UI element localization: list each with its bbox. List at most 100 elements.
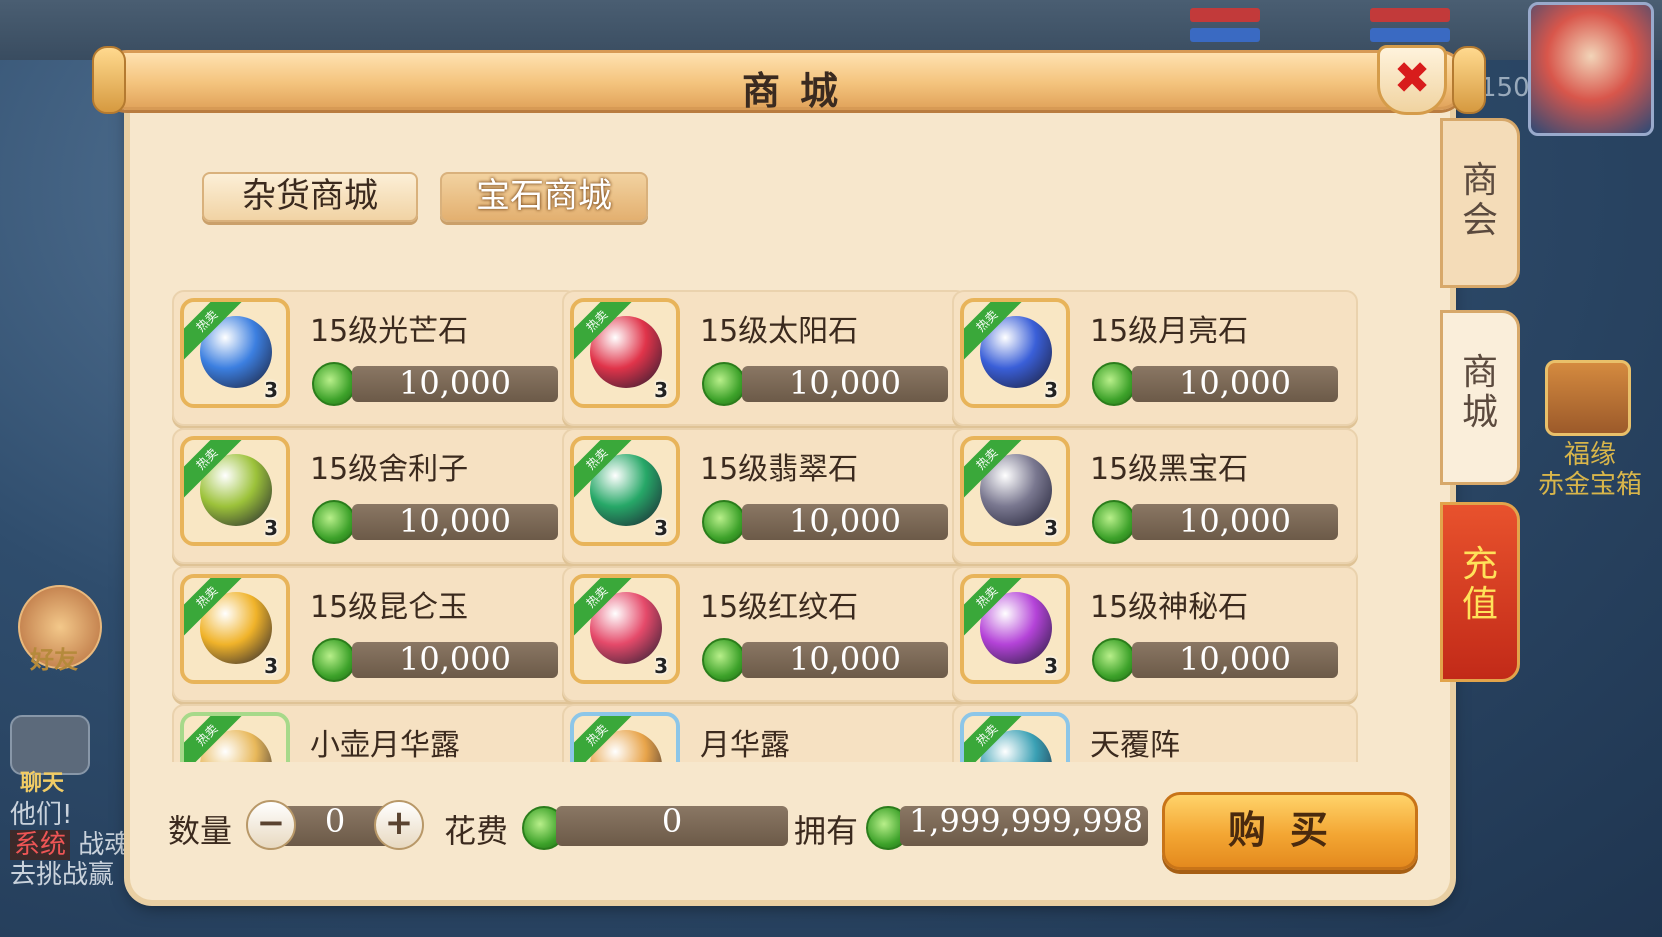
shop-item-card[interactable]: 热卖 3 15级舍利子 10,000 — [172, 428, 578, 564]
item-price: 10,000 — [1179, 364, 1291, 402]
side-tab-label: 充值 — [1461, 544, 1498, 625]
item-icon-frame: 热卖 3 — [960, 574, 1070, 684]
shop-item-card[interactable]: 热卖 3 15级昆仑玉 10,000 — [172, 566, 578, 702]
item-quantity: 3 — [654, 516, 668, 540]
minus-button[interactable]: − — [246, 800, 296, 850]
close-button[interactable]: ✖ — [1377, 45, 1447, 115]
pet-hp-bar — [1370, 8, 1450, 22]
title-scroll-end-left — [92, 46, 126, 114]
shop-item-card[interactable]: 热卖 3 15级光芒石 10,000 — [172, 290, 578, 426]
item-name: 15级光芒石 — [310, 314, 469, 349]
item-icon-frame: 热卖 — [960, 712, 1070, 762]
currency-coin-icon — [1092, 638, 1136, 682]
item-icon-frame: 热卖 3 — [960, 298, 1070, 408]
item-icon-frame: 热卖 3 — [180, 574, 290, 684]
tab-general-store[interactable]: 杂货商城 — [202, 172, 418, 222]
shop-item-card[interactable]: 热卖 小壶月华露 — [172, 704, 578, 762]
side-tab-guild[interactable]: 商会 — [1440, 118, 1520, 288]
item-name: 月华露 — [700, 728, 790, 762]
item-price: 10,000 — [399, 502, 511, 540]
chat-line: 战魂 — [78, 830, 131, 860]
currency-coin-icon — [702, 638, 746, 682]
item-name: 15级舍利子 — [310, 452, 469, 487]
item-quantity: 3 — [264, 654, 278, 678]
item-name: 15级黑宝石 — [1090, 452, 1249, 487]
shop-item-card[interactable]: 热卖 3 15级月亮石 10,000 — [952, 290, 1358, 426]
currency-coin-icon — [312, 638, 356, 682]
currency-coin-icon — [702, 500, 746, 544]
item-name: 15级昆仑玉 — [310, 590, 469, 625]
item-quantity: 3 — [1044, 516, 1058, 540]
item-name: 15级月亮石 — [1090, 314, 1249, 349]
player-avatar[interactable] — [1528, 2, 1654, 136]
item-quantity: 3 — [1044, 378, 1058, 402]
item-price: 10,000 — [789, 364, 901, 402]
cost-value: 0 — [661, 802, 683, 840]
item-quantity: 3 — [654, 654, 668, 678]
chat-line: 去挑战赢 — [10, 860, 115, 890]
item-price: 10,000 — [399, 364, 511, 402]
title-scroll-end-right — [1452, 46, 1486, 114]
item-name: 15级翡翠石 — [700, 452, 859, 487]
quantity-value[interactable]: 0 — [300, 802, 370, 840]
quantity-label: 数量 — [168, 812, 233, 850]
cost-label: 花费 — [444, 812, 509, 850]
item-quantity: 3 — [264, 378, 278, 402]
shop-item-card[interactable]: 热卖 3 15级太阳石 10,000 — [562, 290, 968, 426]
shop-item-card[interactable]: 热卖 天覆阵 — [952, 704, 1358, 762]
chat-line: 他们! — [10, 800, 73, 830]
item-icon-frame: 热卖 3 — [180, 298, 290, 408]
item-price: 10,000 — [1179, 640, 1291, 678]
side-tab-shop[interactable]: 商城 — [1440, 310, 1520, 485]
shop-item-card[interactable]: 热卖 3 15级红纹石 10,000 — [562, 566, 968, 702]
window-title: 商城 — [741, 69, 858, 113]
shop-item-card[interactable]: 热卖 3 15级翡翠石 10,000 — [562, 428, 968, 564]
item-quantity: 3 — [264, 516, 278, 540]
tab-gem-store[interactable]: 宝石商城 — [440, 172, 648, 222]
item-icon-frame: 热卖 3 — [570, 436, 680, 546]
item-icon-frame: 热卖 3 — [570, 298, 680, 408]
chest-label: 福缘 赤金宝箱 — [1535, 440, 1645, 500]
side-tab-label: 商城 — [1461, 352, 1498, 433]
shop-item-card[interactable]: 热卖 月华露 — [562, 704, 968, 762]
item-name: 15级神秘石 — [1090, 590, 1249, 625]
item-name: 15级红纹石 — [700, 590, 859, 625]
item-quantity: 3 — [1044, 654, 1058, 678]
hp-bar — [1190, 8, 1260, 22]
chest-label-line: 赤金宝箱 — [1537, 470, 1642, 500]
item-icon-frame: 热卖 — [180, 712, 290, 762]
shop-item-card[interactable]: 热卖 3 15级神秘石 10,000 — [952, 566, 1358, 702]
shop-item-card[interactable]: 热卖 3 15级黑宝石 10,000 — [952, 428, 1358, 564]
item-quantity: 3 — [654, 378, 668, 402]
buy-button[interactable]: 购买 — [1162, 792, 1418, 870]
chat-label: 聊天 — [20, 771, 65, 796]
plus-button[interactable]: + — [374, 800, 424, 850]
system-tag: 系统 — [10, 830, 71, 860]
side-tab-recharge[interactable]: 充值 — [1440, 502, 1520, 682]
currency-coin-icon — [702, 362, 746, 406]
currency-coin-icon — [1092, 362, 1136, 406]
item-price: 10,000 — [1179, 502, 1291, 540]
item-name: 小壶月华露 — [310, 728, 460, 762]
currency-coin-icon — [1092, 500, 1136, 544]
owned-value: 1,999,999,998 — [908, 802, 1144, 840]
item-name: 天覆阵 — [1090, 728, 1180, 762]
side-tab-label: 商会 — [1461, 160, 1498, 241]
item-grid[interactable]: 热卖 3 15级光芒石 10,000 热卖 3 15级太阳石 10,000 热卖 3 15级月亮石 1… — [172, 290, 1412, 762]
chest-label-line: 福缘 — [1563, 440, 1616, 470]
item-icon-frame: 热卖 3 — [960, 436, 1070, 546]
close-icon: ✖ — [1393, 53, 1431, 104]
currency-coin-icon — [312, 362, 356, 406]
system-chat-feed: 他们! 系统 战魂 去挑战赢 — [10, 800, 130, 890]
currency-coin-icon — [312, 500, 356, 544]
item-price: 10,000 — [399, 640, 511, 678]
item-icon-frame: 热卖 3 — [180, 436, 290, 546]
friend-label: 好友 — [30, 646, 78, 674]
player-level: 150 — [1480, 73, 1530, 103]
item-name: 15级太阳石 — [700, 314, 859, 349]
own-label: 拥有 — [794, 812, 859, 850]
treasure-chest-icon[interactable] — [1545, 360, 1631, 436]
pet-mp-bar — [1370, 28, 1450, 42]
item-price: 10,000 — [789, 502, 901, 540]
item-icon-frame: 热卖 3 — [570, 574, 680, 684]
